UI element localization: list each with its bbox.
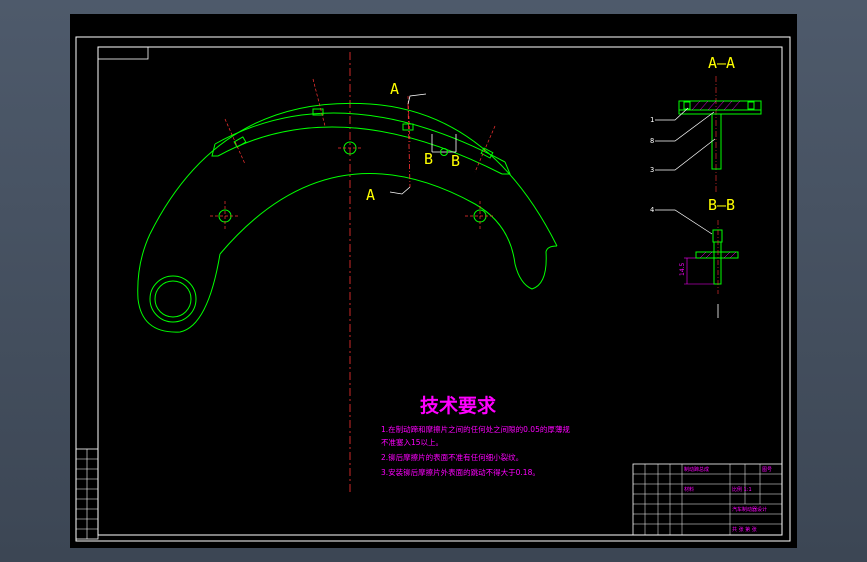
- section-a-label-top: A: [390, 80, 399, 98]
- bb-dimension: 14.5: [679, 262, 686, 276]
- lining-right-end: [502, 161, 511, 175]
- corner-box: [97, 46, 149, 60]
- note-line-3: 2.铆后摩擦片的表面不准有任何细小裂纹。: [381, 452, 523, 462]
- anchor-pin-inner: [154, 280, 192, 318]
- cad-drawing: A A B B A—A 1 8 3 B—B 4 14.5 技术要求 1.在制动蹄…: [75, 36, 791, 542]
- callout-4: 4: [650, 206, 654, 214]
- notes-title: 技术要求: [420, 394, 497, 417]
- title-block: 制动蹄总成 比例 1:1 汽车制动器设计 材料 图号 共 张 第 张: [632, 463, 783, 536]
- aa-section-view: A—A 1 8 3: [650, 54, 762, 174]
- callout-1: 1: [650, 116, 654, 124]
- aa-title: A—A: [708, 54, 735, 72]
- tb-material: 材料: [684, 486, 694, 493]
- section-b-label-left: B: [424, 150, 433, 168]
- section-a-bottom-arrow: [389, 186, 411, 195]
- note-line-2: 不准塞入15以上。: [381, 437, 443, 447]
- shoe-heel: [137, 233, 221, 333]
- note-line-4: 3.安装铆后摩擦片外表面的跳动不得大于0.18。: [381, 467, 540, 477]
- tb-project: 汽车制动器设计: [732, 506, 767, 513]
- technical-requirements: 技术要求 1.在制动蹄和摩擦片之间的任何处之间隙的0.05的厚薄规 不准塞入15…: [381, 394, 570, 477]
- tb-scale: 比例 1:1: [732, 486, 752, 493]
- note-line-1: 1.在制动蹄和摩擦片之间的任何处之间隙的0.05的厚薄规: [381, 424, 570, 434]
- tb-drawing-no: 图号: [762, 467, 772, 473]
- lining-left-end: [211, 143, 218, 157]
- tb-part-name: 制动蹄总成: [684, 466, 709, 473]
- tb-sheet-count: 共 张 第 张: [732, 526, 757, 533]
- rivet-2: [402, 123, 414, 131]
- drawing-sheet: A A B B A—A 1 8 3 B—B 4 14.5 技术要求 1.在制动蹄…: [70, 14, 797, 548]
- section-b-label-right: B: [451, 152, 460, 170]
- left-side-strip: [75, 448, 99, 540]
- shoe-toe: [514, 245, 558, 290]
- bb-section-view: B—B 4 14.5: [650, 196, 739, 318]
- bb-title: B—B: [708, 196, 735, 214]
- brake-shoe-view: [137, 102, 558, 333]
- section-markers: A A B B: [366, 80, 460, 204]
- anchor-pin-outer: [149, 275, 197, 323]
- callout-8: 8: [650, 137, 654, 145]
- section-a-top-arrow: [407, 93, 427, 105]
- lining-outer-arc: [214, 112, 506, 163]
- section-a-label-bottom: A: [366, 186, 375, 204]
- callout-3: 3: [650, 166, 654, 174]
- rivet-3: [233, 136, 247, 148]
